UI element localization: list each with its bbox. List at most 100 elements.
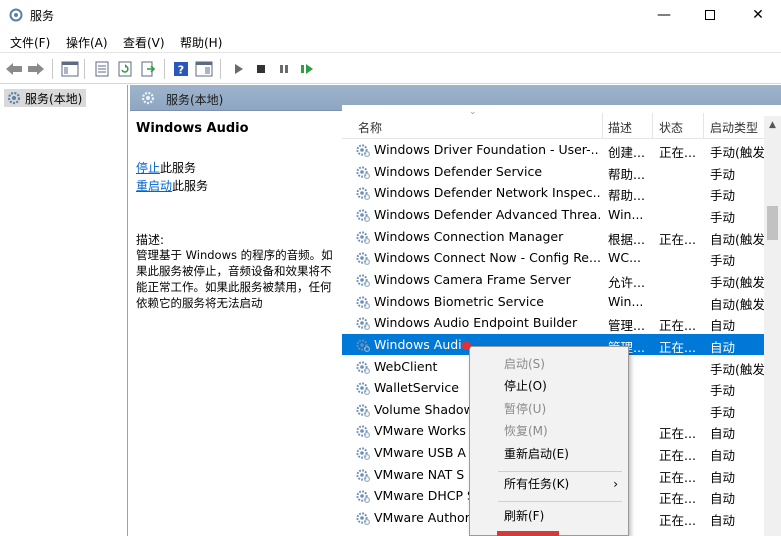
service-gear-icon (355, 445, 371, 461)
service-start-type-cell: 手动 (710, 253, 736, 269)
service-desc-cell: Win... (608, 206, 644, 222)
table-row[interactable]: Windows Defender Service 帮助... 手动 (342, 161, 764, 183)
stop-service-link[interactable]: 停止 (136, 161, 160, 175)
export-list-button[interactable] (138, 59, 158, 79)
help-button[interactable]: ? (171, 59, 191, 79)
service-desc-cell: 允许... (608, 274, 645, 290)
table-row[interactable]: Windows Connect Now - Config Re... WC... 手… (342, 247, 764, 269)
scroll-up-icon[interactable]: ▲ (764, 120, 781, 134)
stop-service-button[interactable] (251, 59, 271, 79)
service-gear-icon (355, 229, 371, 245)
service-start-type-cell: 自动 (710, 426, 736, 442)
pause-icon (280, 65, 288, 73)
ctx-restart[interactable]: 重新启动(E) (470, 443, 628, 465)
ctx-pause[interactable]: 暂停(U) (470, 398, 628, 420)
column-header-name[interactable]: 名称 (358, 119, 382, 136)
service-name-cell: Windows Camera Frame Server (374, 271, 571, 287)
service-state-cell: 正在... (659, 491, 696, 507)
service-gear-icon (355, 294, 371, 310)
console-tree-icon (61, 61, 79, 77)
service-start-type-cell: 手动(触发 (710, 145, 765, 160)
restart-service-link[interactable]: 重启动 (136, 179, 172, 193)
back-button[interactable] (4, 59, 24, 79)
console-tree-button[interactable] (60, 59, 80, 79)
restart-link-suffix: 此服务 (172, 179, 209, 193)
svg-text:?: ? (178, 64, 184, 77)
detail-service-name: Windows Audio (136, 121, 249, 136)
toolbar-separator (84, 59, 85, 79)
service-state-cell: 正在... (659, 469, 696, 485)
table-row[interactable]: Windows Connection Manager 根据... 正在... 自动(触… (342, 226, 765, 248)
service-gear-icon (355, 380, 371, 396)
ctx-next-item-highlight[interactable] (497, 531, 559, 536)
ctx-separator (498, 501, 622, 502)
refresh-button[interactable] (115, 59, 135, 79)
show-hide-action-pane-button[interactable] (194, 59, 214, 79)
maximize-icon (705, 10, 715, 20)
list-header: ⌄ 名称 描述 状态 启动类型 (342, 107, 781, 139)
column-header-desc[interactable]: 描述 (608, 119, 632, 136)
table-row[interactable]: Windows Driver Foundation - User-... 创建..… (342, 139, 765, 161)
service-desc-cell: 根据... (608, 231, 645, 247)
table-row[interactable]: Windows Audio Endpoint Builder 管理... 正在...… (342, 312, 764, 334)
context-menu: 启动(S) 停止(O) 暂停(U) 恢复(M) 重新启动(E) 所有任务(K) … (469, 346, 629, 536)
menu-action[interactable]: 操作(A) (66, 34, 108, 51)
column-header-state[interactable]: 状态 (659, 119, 683, 136)
table-row[interactable]: Windows Biometric Service Win... 自动(触发 (342, 291, 765, 313)
services-gear-icon (141, 91, 155, 105)
service-name-cell: Windows Audio Endpoint Builder (374, 315, 578, 331)
service-desc-cell: Win... (608, 293, 644, 309)
column-divider[interactable] (703, 113, 704, 139)
start-service-button[interactable] (228, 59, 248, 79)
table-row[interactable]: Windows Defender Network Inspec... 帮助... 手… (342, 182, 764, 204)
service-start-type-cell: 自动 (710, 513, 736, 529)
menu-bar: 文件(F) 操作(A) 查看(V) 帮助(H) (0, 30, 781, 52)
maximize-button[interactable] (687, 0, 733, 30)
service-desc-cell: WC... (608, 250, 642, 266)
service-state-cell: 正在... (659, 231, 696, 247)
description-text: 管理基于 Windows 的程序的音频。如果此服务被停止，音频设备和效果将不能正… (136, 248, 333, 310)
service-start-type-cell: 自动(触发 (710, 231, 765, 247)
mouse-cursor-icon (462, 341, 471, 350)
service-name-cell: Windows Connection Manager (374, 228, 564, 244)
service-start-type-cell: 自动(触发 (710, 296, 765, 312)
toolbar-separator (52, 59, 53, 79)
service-state-cell: 正在... (659, 448, 696, 464)
submenu-arrow-icon: › (613, 477, 618, 491)
service-state-cell: 正在... (659, 318, 696, 334)
menu-help[interactable]: 帮助(H) (180, 34, 222, 51)
menu-view[interactable]: 查看(V) (123, 34, 165, 51)
column-divider[interactable] (652, 113, 653, 139)
table-row[interactable]: Windows Camera Frame Server 允许... 手动(触发 (342, 269, 765, 291)
column-header-start-type[interactable]: 启动类型 (710, 119, 758, 136)
services-gear-icon (7, 91, 21, 105)
vertical-scrollbar[interactable]: ▲ (764, 116, 781, 536)
service-start-type-cell: 自动 (710, 318, 736, 334)
ctx-refresh[interactable]: 刷新(F) (470, 505, 628, 527)
restart-service-button[interactable] (297, 59, 317, 79)
table-row[interactable]: Windows Defender Advanced Threa... Win...… (342, 204, 764, 226)
ctx-all-tasks-label: 所有任务(K) (504, 477, 570, 491)
toolbar: ? (0, 52, 781, 84)
ctx-all-tasks[interactable]: 所有任务(K) › (470, 473, 628, 495)
properties-button[interactable] (92, 59, 112, 79)
service-start-type-cell: 自动 (710, 448, 736, 464)
menu-file[interactable]: 文件(F) (10, 34, 50, 51)
service-start-type-cell: 手动 (710, 404, 736, 420)
ctx-resume[interactable]: 恢复(M) (470, 420, 628, 442)
minimize-button[interactable]: — (641, 0, 687, 30)
pause-service-button[interactable] (274, 59, 294, 79)
ctx-start[interactable]: 启动(S) (470, 353, 628, 375)
stop-link-row: 停止此服务 (136, 159, 196, 176)
service-state-cell: 正在... (659, 513, 696, 529)
ctx-stop[interactable]: 停止(O) (470, 375, 628, 397)
scrollbar-thumb[interactable] (767, 206, 778, 240)
service-gear-icon (355, 510, 371, 526)
close-button[interactable]: ✕ (735, 0, 781, 30)
tree-item-services-local[interactable]: 服务(本地) (4, 89, 87, 107)
service-name-cell: Windows Driver Foundation - User-... (374, 142, 600, 157)
toolbar-separator (220, 59, 221, 79)
column-divider[interactable] (602, 113, 603, 139)
forward-button[interactable] (26, 59, 46, 79)
sort-chevron-icon: ⌄ (469, 107, 477, 117)
